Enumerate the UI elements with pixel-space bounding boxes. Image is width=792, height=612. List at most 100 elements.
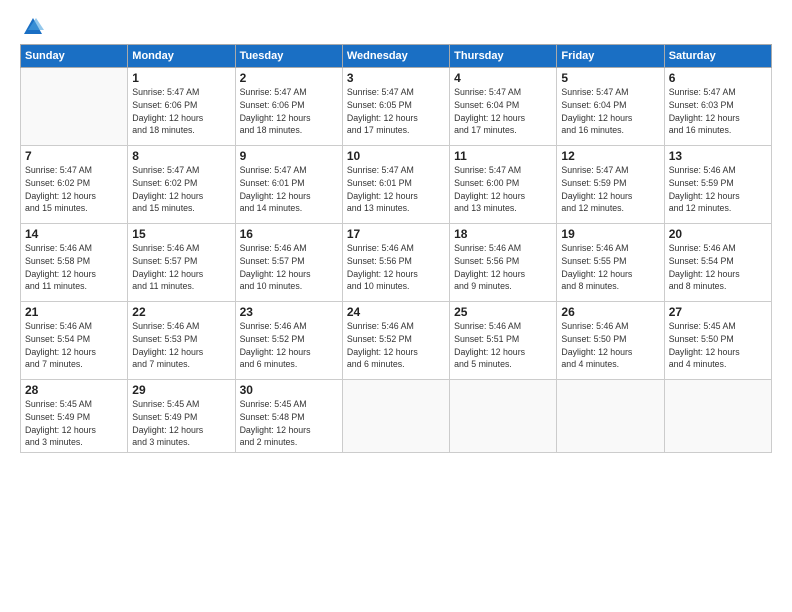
calendar-week-2: 7Sunrise: 5:47 AM Sunset: 6:02 PM Daylig… <box>21 146 772 224</box>
day-info: Sunrise: 5:45 AM Sunset: 5:48 PM Dayligh… <box>240 398 338 449</box>
day-info: Sunrise: 5:47 AM Sunset: 6:06 PM Dayligh… <box>240 86 338 137</box>
day-number: 8 <box>132 149 230 163</box>
day-number: 1 <box>132 71 230 85</box>
table-row: 3Sunrise: 5:47 AM Sunset: 6:05 PM Daylig… <box>342 68 449 146</box>
day-info: Sunrise: 5:47 AM Sunset: 6:02 PM Dayligh… <box>132 164 230 215</box>
day-number: 19 <box>561 227 659 241</box>
day-number: 11 <box>454 149 552 163</box>
table-row: 10Sunrise: 5:47 AM Sunset: 6:01 PM Dayli… <box>342 146 449 224</box>
day-info: Sunrise: 5:46 AM Sunset: 5:57 PM Dayligh… <box>240 242 338 293</box>
day-number: 29 <box>132 383 230 397</box>
day-info: Sunrise: 5:46 AM Sunset: 5:59 PM Dayligh… <box>669 164 767 215</box>
day-number: 14 <box>25 227 123 241</box>
day-info: Sunrise: 5:46 AM Sunset: 5:57 PM Dayligh… <box>132 242 230 293</box>
day-number: 6 <box>669 71 767 85</box>
calendar-header-tuesday: Tuesday <box>235 45 342 68</box>
logo <box>20 16 44 38</box>
day-number: 28 <box>25 383 123 397</box>
day-number: 20 <box>669 227 767 241</box>
table-row: 12Sunrise: 5:47 AM Sunset: 5:59 PM Dayli… <box>557 146 664 224</box>
calendar-week-1: 1Sunrise: 5:47 AM Sunset: 6:06 PM Daylig… <box>21 68 772 146</box>
day-info: Sunrise: 5:45 AM Sunset: 5:49 PM Dayligh… <box>132 398 230 449</box>
day-number: 18 <box>454 227 552 241</box>
calendar-week-5: 28Sunrise: 5:45 AM Sunset: 5:49 PM Dayli… <box>21 380 772 453</box>
table-row: 9Sunrise: 5:47 AM Sunset: 6:01 PM Daylig… <box>235 146 342 224</box>
table-row: 8Sunrise: 5:47 AM Sunset: 6:02 PM Daylig… <box>128 146 235 224</box>
day-number: 15 <box>132 227 230 241</box>
day-info: Sunrise: 5:47 AM Sunset: 6:01 PM Dayligh… <box>240 164 338 215</box>
day-number: 3 <box>347 71 445 85</box>
day-info: Sunrise: 5:46 AM Sunset: 5:54 PM Dayligh… <box>669 242 767 293</box>
table-row: 16Sunrise: 5:46 AM Sunset: 5:57 PM Dayli… <box>235 224 342 302</box>
table-row <box>342 380 449 453</box>
day-number: 24 <box>347 305 445 319</box>
table-row: 1Sunrise: 5:47 AM Sunset: 6:06 PM Daylig… <box>128 68 235 146</box>
day-info: Sunrise: 5:46 AM Sunset: 5:51 PM Dayligh… <box>454 320 552 371</box>
table-row: 24Sunrise: 5:46 AM Sunset: 5:52 PM Dayli… <box>342 302 449 380</box>
table-row: 13Sunrise: 5:46 AM Sunset: 5:59 PM Dayli… <box>664 146 771 224</box>
table-row <box>450 380 557 453</box>
table-row: 18Sunrise: 5:46 AM Sunset: 5:56 PM Dayli… <box>450 224 557 302</box>
table-row <box>21 68 128 146</box>
day-info: Sunrise: 5:47 AM Sunset: 6:04 PM Dayligh… <box>561 86 659 137</box>
day-number: 23 <box>240 305 338 319</box>
day-info: Sunrise: 5:47 AM Sunset: 6:02 PM Dayligh… <box>25 164 123 215</box>
calendar-header-thursday: Thursday <box>450 45 557 68</box>
day-number: 25 <box>454 305 552 319</box>
calendar-header-monday: Monday <box>128 45 235 68</box>
day-info: Sunrise: 5:46 AM Sunset: 5:52 PM Dayligh… <box>240 320 338 371</box>
day-number: 9 <box>240 149 338 163</box>
day-number: 22 <box>132 305 230 319</box>
table-row: 14Sunrise: 5:46 AM Sunset: 5:58 PM Dayli… <box>21 224 128 302</box>
day-number: 13 <box>669 149 767 163</box>
day-info: Sunrise: 5:45 AM Sunset: 5:50 PM Dayligh… <box>669 320 767 371</box>
table-row: 2Sunrise: 5:47 AM Sunset: 6:06 PM Daylig… <box>235 68 342 146</box>
day-info: Sunrise: 5:46 AM Sunset: 5:54 PM Dayligh… <box>25 320 123 371</box>
table-row: 22Sunrise: 5:46 AM Sunset: 5:53 PM Dayli… <box>128 302 235 380</box>
day-info: Sunrise: 5:46 AM Sunset: 5:52 PM Dayligh… <box>347 320 445 371</box>
table-row: 25Sunrise: 5:46 AM Sunset: 5:51 PM Dayli… <box>450 302 557 380</box>
day-info: Sunrise: 5:46 AM Sunset: 5:53 PM Dayligh… <box>132 320 230 371</box>
table-row: 6Sunrise: 5:47 AM Sunset: 6:03 PM Daylig… <box>664 68 771 146</box>
table-row: 30Sunrise: 5:45 AM Sunset: 5:48 PM Dayli… <box>235 380 342 453</box>
table-row: 23Sunrise: 5:46 AM Sunset: 5:52 PM Dayli… <box>235 302 342 380</box>
table-row: 29Sunrise: 5:45 AM Sunset: 5:49 PM Dayli… <box>128 380 235 453</box>
calendar-table: SundayMondayTuesdayWednesdayThursdayFrid… <box>20 44 772 453</box>
day-info: Sunrise: 5:47 AM Sunset: 6:06 PM Dayligh… <box>132 86 230 137</box>
day-info: Sunrise: 5:47 AM Sunset: 6:00 PM Dayligh… <box>454 164 552 215</box>
day-info: Sunrise: 5:45 AM Sunset: 5:49 PM Dayligh… <box>25 398 123 449</box>
table-row: 26Sunrise: 5:46 AM Sunset: 5:50 PM Dayli… <box>557 302 664 380</box>
table-row: 15Sunrise: 5:46 AM Sunset: 5:57 PM Dayli… <box>128 224 235 302</box>
day-number: 16 <box>240 227 338 241</box>
table-row <box>664 380 771 453</box>
table-row: 11Sunrise: 5:47 AM Sunset: 6:00 PM Dayli… <box>450 146 557 224</box>
calendar-week-3: 14Sunrise: 5:46 AM Sunset: 5:58 PM Dayli… <box>21 224 772 302</box>
day-number: 2 <box>240 71 338 85</box>
day-info: Sunrise: 5:47 AM Sunset: 5:59 PM Dayligh… <box>561 164 659 215</box>
calendar-header-saturday: Saturday <box>664 45 771 68</box>
table-row: 4Sunrise: 5:47 AM Sunset: 6:04 PM Daylig… <box>450 68 557 146</box>
day-number: 26 <box>561 305 659 319</box>
day-info: Sunrise: 5:46 AM Sunset: 5:58 PM Dayligh… <box>25 242 123 293</box>
day-number: 30 <box>240 383 338 397</box>
header <box>20 16 772 38</box>
calendar-week-4: 21Sunrise: 5:46 AM Sunset: 5:54 PM Dayli… <box>21 302 772 380</box>
table-row <box>557 380 664 453</box>
day-number: 5 <box>561 71 659 85</box>
day-info: Sunrise: 5:46 AM Sunset: 5:56 PM Dayligh… <box>347 242 445 293</box>
logo-icon <box>22 16 44 38</box>
table-row: 7Sunrise: 5:47 AM Sunset: 6:02 PM Daylig… <box>21 146 128 224</box>
day-info: Sunrise: 5:46 AM Sunset: 5:50 PM Dayligh… <box>561 320 659 371</box>
day-number: 7 <box>25 149 123 163</box>
day-number: 10 <box>347 149 445 163</box>
day-info: Sunrise: 5:47 AM Sunset: 6:03 PM Dayligh… <box>669 86 767 137</box>
day-number: 17 <box>347 227 445 241</box>
day-info: Sunrise: 5:47 AM Sunset: 6:01 PM Dayligh… <box>347 164 445 215</box>
table-row: 17Sunrise: 5:46 AM Sunset: 5:56 PM Dayli… <box>342 224 449 302</box>
calendar-header-friday: Friday <box>557 45 664 68</box>
day-number: 21 <box>25 305 123 319</box>
day-number: 12 <box>561 149 659 163</box>
table-row: 27Sunrise: 5:45 AM Sunset: 5:50 PM Dayli… <box>664 302 771 380</box>
table-row: 28Sunrise: 5:45 AM Sunset: 5:49 PM Dayli… <box>21 380 128 453</box>
calendar-header-sunday: Sunday <box>21 45 128 68</box>
